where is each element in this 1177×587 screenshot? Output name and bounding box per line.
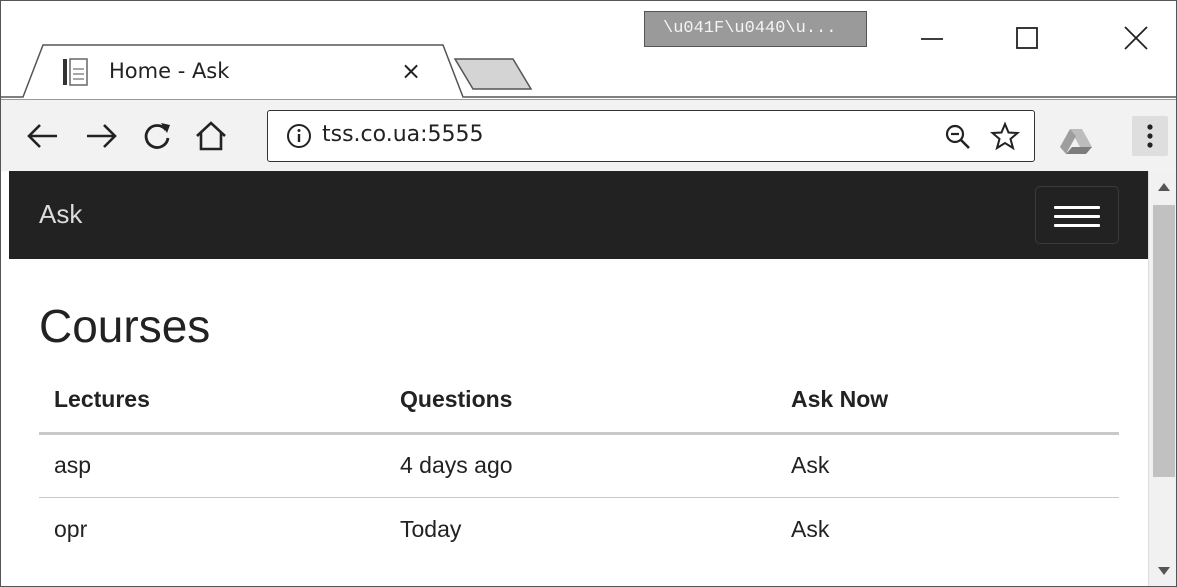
tab-title: Home - Ask	[109, 59, 230, 83]
address-bar[interactable]: tss.co.ua:5555	[267, 110, 1035, 162]
lecture-cell: opr	[54, 515, 88, 542]
scroll-up-arrow-icon[interactable]	[1158, 183, 1170, 191]
scrollbar-thumb[interactable]	[1153, 205, 1175, 477]
site-navbar: Ask	[9, 171, 1148, 259]
hamburger-bar	[1054, 206, 1100, 209]
table-header-row: Lectures Questions Ask Now	[39, 367, 1119, 435]
courses-table: Lectures Questions Ask Now asp 4 days ag…	[39, 367, 1119, 561]
url-text[interactable]: tss.co.ua:5555	[322, 122, 484, 147]
minimize-icon[interactable]	[911, 19, 951, 59]
ask-link[interactable]: Ask	[776, 433, 1119, 498]
forward-arrow-icon[interactable]	[81, 116, 121, 156]
table-row: opr Today Ask	[39, 497, 1119, 561]
info-icon[interactable]	[286, 123, 312, 149]
vertical-scrollbar[interactable]	[1148, 171, 1176, 586]
page-title: Courses	[39, 300, 211, 352]
browser-toolbar: tss.co.ua:5555	[1, 99, 1176, 171]
page-viewport: Ask Courses Lectures Questions Ask Now a…	[1, 171, 1148, 586]
star-icon[interactable]	[990, 121, 1020, 151]
table-row: asp 4 days ago Ask	[39, 433, 1119, 498]
column-header-questions: Questions	[385, 367, 776, 435]
more-menu-icon[interactable]	[1132, 116, 1168, 156]
hamburger-bar	[1054, 224, 1100, 227]
questions-cell: Today	[400, 515, 462, 542]
ask-link[interactable]: Ask	[776, 497, 1119, 561]
drive-icon[interactable]	[1059, 126, 1093, 156]
window-title-text: \u041F\u0440\u...	[644, 11, 867, 47]
questions-cell: 4 days ago	[385, 433, 776, 498]
zoom-out-icon[interactable]	[944, 123, 972, 151]
maximize-icon[interactable]	[1007, 19, 1047, 59]
browser-window: Home - Ask × \u041F\u0440\u... tss.co.ua…	[0, 0, 1177, 587]
new-tab-button[interactable]	[453, 57, 533, 91]
column-header-lectures: Lectures	[39, 367, 385, 435]
close-icon[interactable]	[1117, 19, 1157, 59]
home-icon[interactable]	[191, 116, 231, 156]
hamburger-icon[interactable]	[1035, 186, 1119, 244]
lecture-cell: asp	[39, 433, 385, 498]
reload-icon[interactable]	[137, 116, 177, 156]
tab-close-icon[interactable]: ×	[399, 57, 423, 85]
tab-home-ask[interactable]	[23, 45, 463, 101]
scroll-down-arrow-icon[interactable]	[1158, 567, 1170, 575]
hamburger-bar	[1054, 215, 1100, 218]
navbar-brand[interactable]: Ask	[39, 199, 82, 230]
title-bar: Home - Ask × \u041F\u0440\u...	[1, 1, 1176, 101]
page-icon	[61, 57, 89, 87]
back-arrow-icon[interactable]	[23, 116, 63, 156]
column-header-ask-now: Ask Now	[776, 367, 1119, 435]
